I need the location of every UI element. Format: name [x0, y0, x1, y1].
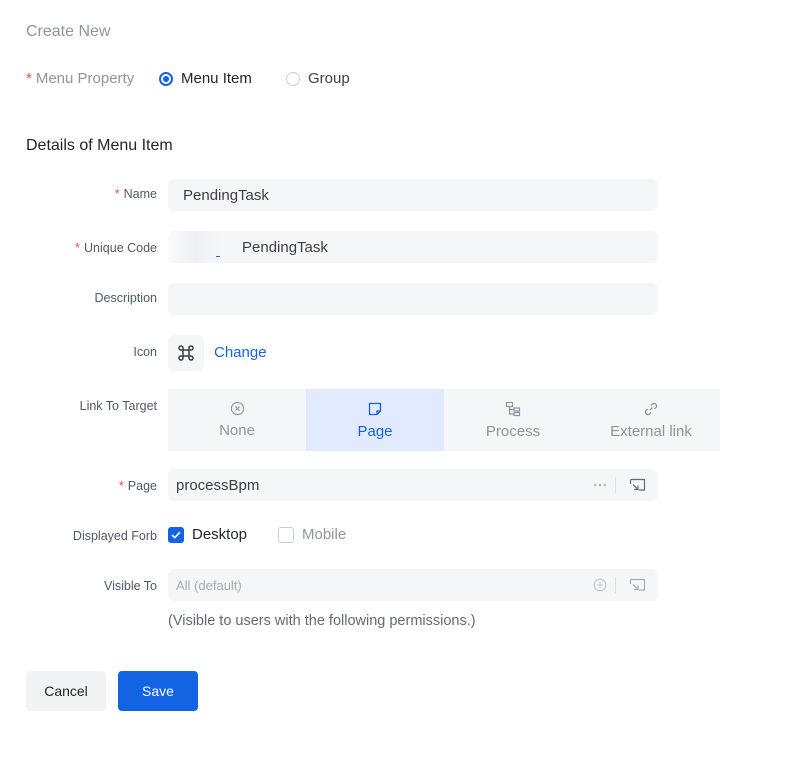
- page-label: * Page: [118, 479, 157, 493]
- checkbox-mobile[interactable]: Mobile: [278, 525, 346, 545]
- page-select[interactable]: processBpm: [168, 469, 658, 501]
- unique-code-label: * Unique Code: [75, 241, 157, 255]
- link-target-process[interactable]: Process: [444, 389, 582, 451]
- open-window-icon[interactable]: [616, 569, 658, 601]
- link-target-external[interactable]: External link: [582, 389, 720, 451]
- description-input[interactable]: [168, 283, 658, 315]
- checkbox-desktop[interactable]: Desktop: [168, 525, 247, 545]
- checkbox[interactable]: [168, 527, 184, 543]
- check-icon: [171, 531, 181, 539]
- radio-button[interactable]: [286, 72, 300, 86]
- more-icon[interactable]: [585, 469, 615, 501]
- close-circle-icon: [230, 401, 244, 416]
- name-input[interactable]: PendingTask: [168, 179, 658, 211]
- change-icon-button[interactable]: Change: [214, 344, 267, 362]
- radio-menu-item[interactable]: Menu Item: [159, 69, 252, 89]
- link-target-segmented: None Page Process External link: [168, 389, 720, 451]
- command-icon: [168, 335, 204, 371]
- radio-group[interactable]: Group: [286, 69, 350, 89]
- name-label: * Name: [114, 187, 157, 201]
- displayed-form-label: Displayed Forb: [72, 529, 157, 543]
- menu-property-label: * Menu Property: [26, 70, 135, 87]
- save-button[interactable]: Save: [118, 671, 198, 711]
- unique-code-input[interactable]: PendingTask: [168, 231, 658, 263]
- add-circle-icon[interactable]: [585, 569, 615, 601]
- link-target-none[interactable]: None: [168, 389, 306, 451]
- page-icon: [368, 402, 382, 415]
- visible-to-select[interactable]: All (default): [168, 569, 658, 601]
- page-title: Create New: [26, 23, 111, 40]
- open-window-icon[interactable]: [616, 469, 658, 501]
- link-target-page[interactable]: Page: [306, 389, 444, 451]
- icon-label: Icon: [133, 345, 157, 359]
- process-icon: [505, 401, 521, 416]
- link-icon: [644, 402, 658, 415]
- radio-button[interactable]: [159, 72, 173, 86]
- cancel-button[interactable]: Cancel: [26, 671, 106, 711]
- description-label: Description: [94, 291, 157, 305]
- section-title: Details of Menu Item: [26, 137, 173, 154]
- radio-label: Menu Item: [181, 70, 252, 87]
- visible-to-label: Visible To: [103, 579, 157, 593]
- link-to-target-label: Link To Target: [79, 399, 157, 413]
- unique-code-prefix: [168, 231, 224, 263]
- checkbox[interactable]: [278, 527, 294, 543]
- radio-label: Group: [308, 70, 350, 87]
- visible-to-hint: (Visible to users with the following per…: [168, 613, 476, 629]
